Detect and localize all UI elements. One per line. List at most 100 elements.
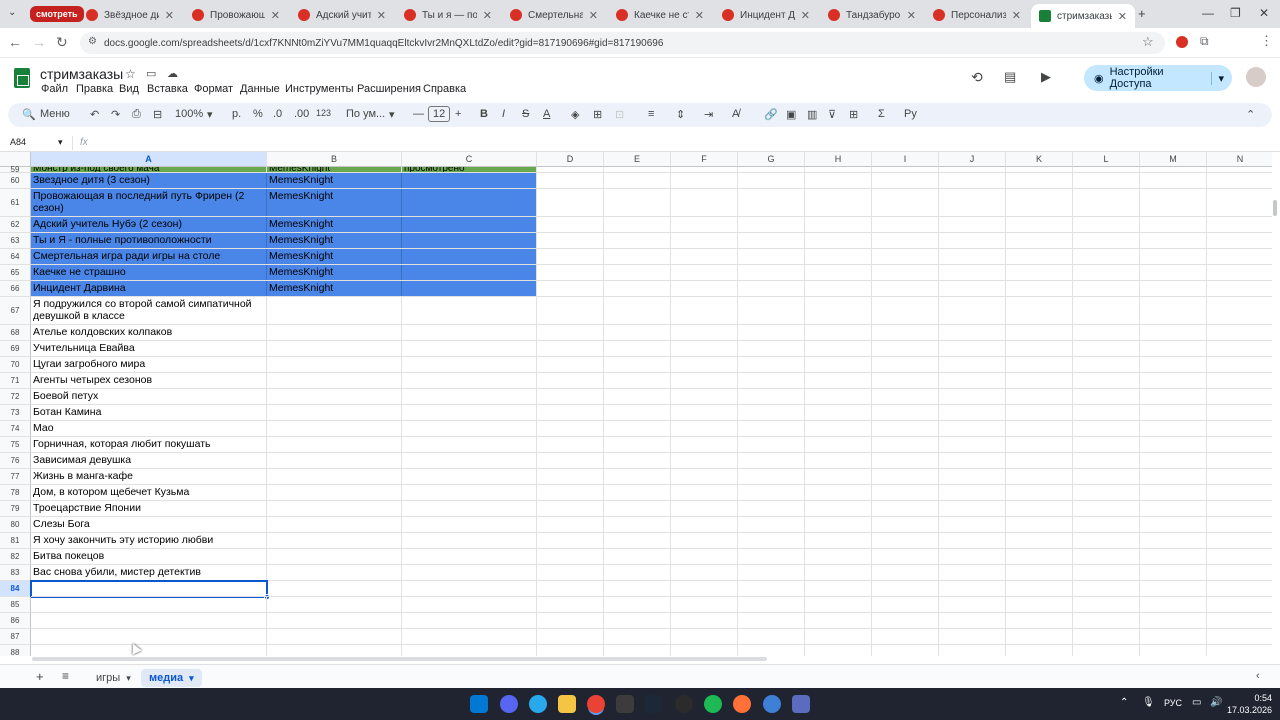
print-icon[interactable]: ⎙: [132, 108, 141, 121]
cell-b[interactable]: MemesKnight: [267, 233, 402, 249]
cell-a[interactable]: Я подружился со второй самой симпатичной…: [31, 297, 267, 325]
column-header[interactable]: M: [1140, 152, 1207, 167]
cell-a[interactable]: Битва покецов: [31, 549, 267, 565]
cell-c[interactable]: [402, 565, 537, 581]
app-icon[interactable]: [792, 695, 810, 713]
cell-a[interactable]: Ботан Камина: [31, 405, 267, 421]
horizontal-scroll-thumb[interactable]: [32, 657, 767, 661]
history-icon[interactable]: ⟲: [971, 69, 983, 86]
column-header[interactable]: C: [402, 152, 537, 167]
volume-icon[interactable]: 🔊: [1210, 697, 1222, 708]
cell-c[interactable]: [402, 421, 537, 437]
cell-c[interactable]: [402, 173, 537, 189]
font-size-plus[interactable]: +: [455, 108, 461, 120]
input-tools-icon[interactable]: Ру: [904, 108, 917, 120]
text-color-button[interactable]: A: [543, 108, 550, 120]
merge-cells-icon[interactable]: ⊡: [615, 108, 624, 121]
tab-close-icon[interactable]: ✕: [165, 9, 174, 22]
search-menu-icon[interactable]: 🔍: [22, 108, 36, 121]
cell-b[interactable]: [267, 437, 402, 453]
document-title[interactable]: стримзаказы: [40, 66, 123, 82]
back-icon[interactable]: ←: [8, 34, 22, 50]
tab-close-icon[interactable]: ✕: [695, 9, 704, 22]
functions-icon[interactable]: Σ: [878, 108, 885, 120]
mic-icon[interactable]: 🎙: [1142, 697, 1155, 708]
row-header[interactable]: 65: [0, 265, 31, 281]
column-header[interactable]: E: [604, 152, 671, 167]
cell-c[interactable]: [402, 233, 537, 249]
spreadsheet-grid[interactable]: A B C D E F G H I J K L M N 59 Монстр из-под своего мач…: [0, 152, 1272, 656]
column-header[interactable]: H: [805, 152, 872, 167]
cell-a[interactable]: Горничная, которая любит покушать: [31, 437, 267, 453]
tab-search-icon[interactable]: ⌄: [8, 7, 16, 18]
cell-a[interactable]: Я хочу закончить эту историю любви: [31, 533, 267, 549]
cell-b[interactable]: MemesKnight: [267, 173, 402, 189]
column-header[interactable]: F: [671, 152, 738, 167]
name-box[interactable]: A84: [10, 137, 26, 147]
menu-item[interactable]: Расширения: [357, 83, 421, 95]
menu-item[interactable]: Данные: [240, 83, 280, 95]
cell-a[interactable]: Агенты четырех сезонов: [31, 373, 267, 389]
cell-c[interactable]: [402, 281, 537, 297]
cell-a[interactable]: Цугаи загробного мира: [31, 357, 267, 373]
cell-b[interactable]: [267, 517, 402, 533]
cell-b[interactable]: [267, 597, 402, 613]
tab-close-icon[interactable]: ✕: [907, 9, 916, 22]
chrome-icon[interactable]: [587, 695, 605, 713]
cell-a[interactable]: Слезы Бога: [31, 517, 267, 533]
cell-b[interactable]: [267, 373, 402, 389]
menu-item[interactable]: Справка: [423, 83, 466, 95]
sheets-logo-icon[interactable]: [14, 68, 30, 88]
browser-menu-icon[interactable]: ⋮: [1260, 33, 1273, 49]
cell-a[interactable]: Провожающая в последний путь Фрирен (2 с…: [31, 189, 267, 217]
steam-icon[interactable]: [645, 695, 663, 713]
cell-a[interactable]: [31, 613, 267, 629]
bold-button[interactable]: B: [480, 108, 488, 120]
row-header[interactable]: 88: [0, 645, 31, 656]
row-header[interactable]: 74: [0, 421, 31, 437]
forward-icon[interactable]: →: [32, 34, 46, 50]
column-header[interactable]: J: [939, 152, 1006, 167]
chevron-down-icon[interactable]: ▾: [1211, 71, 1224, 85]
cell-b[interactable]: MemesKnight: [267, 249, 402, 265]
cell-c[interactable]: [402, 629, 537, 645]
star-icon[interactable]: ☆: [125, 67, 136, 81]
column-header[interactable]: B: [267, 152, 402, 167]
cell-c[interactable]: [402, 217, 537, 233]
row-header[interactable]: 63: [0, 233, 31, 249]
bookmark-star-icon[interactable]: ☆: [1142, 34, 1154, 50]
sheet-tab-chevron-icon[interactable]: ▾: [126, 673, 131, 684]
obs-icon[interactable]: [675, 695, 693, 713]
cell-c[interactable]: [402, 645, 537, 656]
maximize-icon[interactable]: ❐: [1230, 6, 1241, 20]
share-button[interactable]: ◉ Настройки Доступа ▾: [1084, 65, 1232, 91]
name-box-chevron-icon[interactable]: ▾: [58, 137, 63, 148]
tab-close-icon[interactable]: ✕: [1012, 9, 1021, 22]
cell-c[interactable]: [402, 533, 537, 549]
sheet-tab[interactable]: игры ▾: [88, 669, 139, 687]
cell-b[interactable]: [267, 581, 402, 597]
tab-close-icon[interactable]: ✕: [377, 9, 386, 22]
row-header[interactable]: 81: [0, 533, 31, 549]
cell-b[interactable]: [267, 325, 402, 341]
network-icon[interactable]: ▭: [1192, 697, 1201, 708]
tab-close-icon[interactable]: ✕: [801, 9, 810, 22]
row-header[interactable]: 60: [0, 173, 31, 189]
avatar[interactable]: [1246, 67, 1266, 87]
row-header[interactable]: 67: [0, 297, 31, 325]
row-header[interactable]: 85: [0, 597, 31, 613]
undo-icon[interactable]: ↶: [90, 108, 99, 121]
text-wrap-icon[interactable]: ⇥: [704, 108, 713, 121]
row-header[interactable]: 61: [0, 189, 31, 217]
row-header[interactable]: 72: [0, 389, 31, 405]
zoom-chevron-icon[interactable]: ▾: [207, 108, 213, 121]
row-header[interactable]: 82: [0, 549, 31, 565]
add-sheet-icon[interactable]: +: [36, 669, 44, 684]
new-tab-icon[interactable]: +: [1138, 6, 1146, 21]
cell-c[interactable]: [402, 517, 537, 533]
number-format[interactable]: 123: [316, 108, 331, 118]
paint-format-icon[interactable]: ⊟: [153, 108, 162, 121]
cell-b[interactable]: [267, 501, 402, 517]
cell-b[interactable]: [267, 485, 402, 501]
cell-c[interactable]: [402, 357, 537, 373]
